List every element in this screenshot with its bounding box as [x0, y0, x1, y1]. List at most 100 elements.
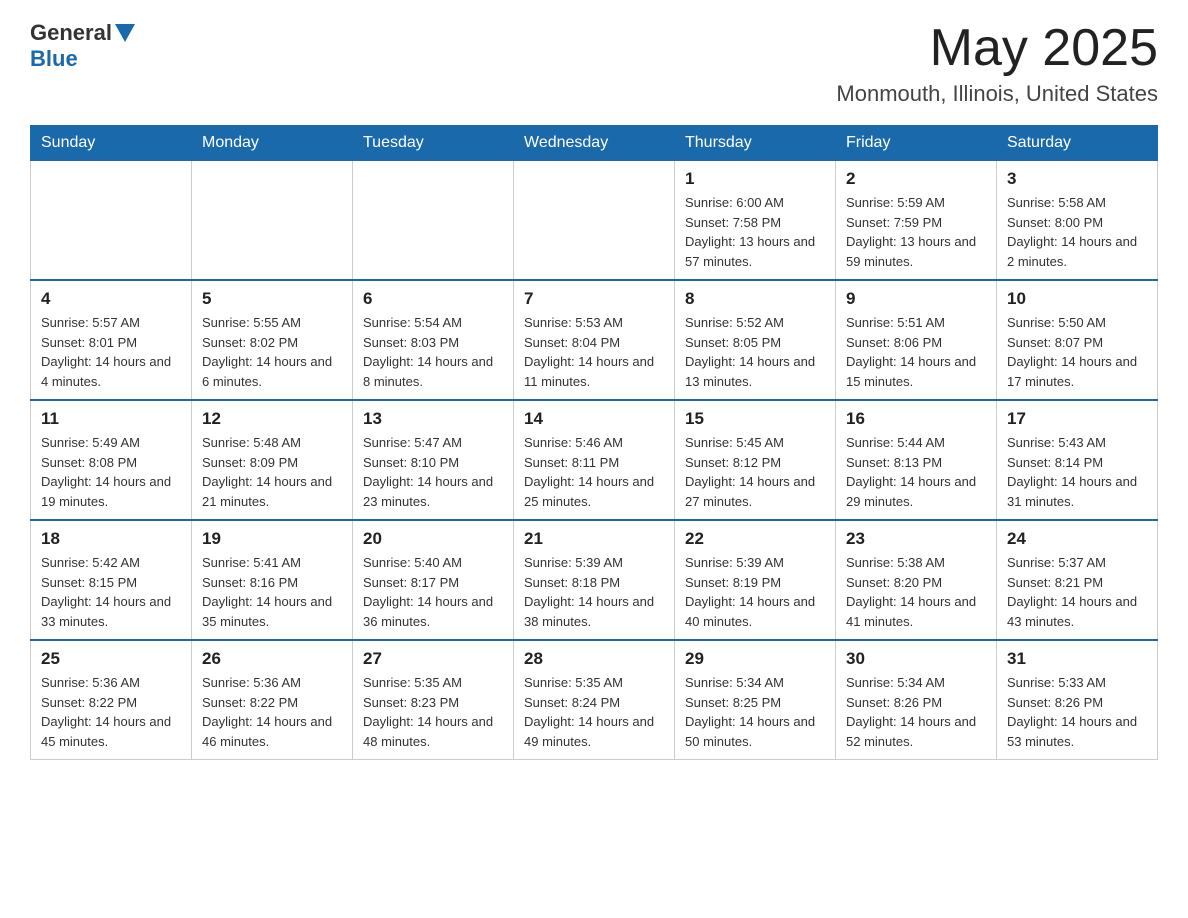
day-number: 22 [685, 529, 825, 549]
table-row: 10Sunrise: 5:50 AMSunset: 8:07 PMDayligh… [997, 280, 1158, 400]
day-info: Sunrise: 5:49 AMSunset: 8:08 PMDaylight:… [41, 433, 181, 511]
calendar-week-row: 1 Sunrise: 6:00 AMSunset: 7:58 PMDaylight… [31, 161, 1158, 281]
calendar-subtitle: Monmouth, Illinois, United States [836, 81, 1158, 107]
table-row [192, 161, 353, 281]
col-saturday: Saturday [997, 126, 1158, 161]
table-row: 26 Sunrise: 5:36 AMSunset: 8:22 PMDayligh… [192, 640, 353, 760]
table-row: 22Sunrise: 5:39 AMSunset: 8:19 PMDayligh… [675, 520, 836, 640]
col-monday: Monday [192, 126, 353, 161]
table-row: 21 Sunrise: 5:39 AMSunset: 8:18 PMDayligh… [514, 520, 675, 640]
table-row: 7Sunrise: 5:53 AMSunset: 8:04 PMDaylight… [514, 280, 675, 400]
table-row: 24Sunrise: 5:37 AMSunset: 8:21 PMDayligh… [997, 520, 1158, 640]
day-number: 29 [685, 649, 825, 669]
day-number: 1 [685, 169, 825, 189]
table-row: 25Sunrise: 5:36 AMSunset: 8:22 PMDayligh… [31, 640, 192, 760]
table-row: 9 Sunrise: 5:51 AMSunset: 8:06 PMDaylight… [836, 280, 997, 400]
day-info: Sunrise: 5:57 AMSunset: 8:01 PMDaylight:… [41, 313, 181, 391]
title-block: May 2025 Monmouth, Illinois, United Stat… [836, 20, 1158, 107]
day-info: Sunrise: 5:36 AMSunset: 8:22 PMDaylight:… [202, 673, 342, 751]
table-row: 5Sunrise: 5:55 AMSunset: 8:02 PMDaylight… [192, 280, 353, 400]
day-info: Sunrise: 5:41 AMSunset: 8:16 PMDaylight:… [202, 553, 342, 631]
table-row [514, 161, 675, 281]
day-number: 15 [685, 409, 825, 429]
col-tuesday: Tuesday [353, 126, 514, 161]
logo-blue-text: Blue [30, 46, 78, 72]
day-number: 21 [524, 529, 664, 549]
table-row: 13Sunrise: 5:47 AMSunset: 8:10 PMDayligh… [353, 400, 514, 520]
day-number: 3 [1007, 169, 1147, 189]
day-number: 10 [1007, 289, 1147, 309]
day-info: Sunrise: 5:52 AMSunset: 8:05 PMDaylight:… [685, 313, 825, 391]
day-number: 18 [41, 529, 181, 549]
day-info: Sunrise: 5:37 AMSunset: 8:21 PMDaylight:… [1007, 553, 1147, 631]
day-info: Sunrise: 5:59 AMSunset: 7:59 PMDaylight:… [846, 193, 986, 271]
day-number: 20 [363, 529, 503, 549]
day-number: 11 [41, 409, 181, 429]
day-info: Sunrise: 5:53 AMSunset: 8:04 PMDaylight:… [524, 313, 664, 391]
table-row: 20Sunrise: 5:40 AMSunset: 8:17 PMDayligh… [353, 520, 514, 640]
table-row [31, 161, 192, 281]
day-info: Sunrise: 5:44 AMSunset: 8:13 PMDaylight:… [846, 433, 986, 511]
logo: General Blue [30, 20, 138, 72]
col-sunday: Sunday [31, 126, 192, 161]
day-number: 26 [202, 649, 342, 669]
day-info: Sunrise: 5:46 AMSunset: 8:11 PMDaylight:… [524, 433, 664, 511]
calendar-title: May 2025 [836, 20, 1158, 77]
calendar-week-row: 4 Sunrise: 5:57 AMSunset: 8:01 PMDaylight… [31, 280, 1158, 400]
day-info: Sunrise: 5:47 AMSunset: 8:10 PMDaylight:… [363, 433, 503, 511]
table-row: 28 Sunrise: 5:35 AMSunset: 8:24 PMDayligh… [514, 640, 675, 760]
logo-triangle-icon [115, 24, 135, 42]
day-info: Sunrise: 5:35 AMSunset: 8:24 PMDaylight:… [524, 673, 664, 751]
day-number: 12 [202, 409, 342, 429]
table-row: 4 Sunrise: 5:57 AMSunset: 8:01 PMDaylight… [31, 280, 192, 400]
table-row [353, 161, 514, 281]
table-row: 12 Sunrise: 5:48 AMSunset: 8:09 PMDayligh… [192, 400, 353, 520]
day-info: Sunrise: 5:48 AMSunset: 8:09 PMDaylight:… [202, 433, 342, 511]
table-row: 11 Sunrise: 5:49 AMSunset: 8:08 PMDayligh… [31, 400, 192, 520]
day-number: 23 [846, 529, 986, 549]
logo-general-text: General [30, 20, 112, 46]
table-row: 6 Sunrise: 5:54 AMSunset: 8:03 PMDaylight… [353, 280, 514, 400]
day-number: 9 [846, 289, 986, 309]
day-info: Sunrise: 5:39 AMSunset: 8:18 PMDaylight:… [524, 553, 664, 631]
calendar-week-row: 18 Sunrise: 5:42 AMSunset: 8:15 PMDayligh… [31, 520, 1158, 640]
day-info: Sunrise: 5:42 AMSunset: 8:15 PMDaylight:… [41, 553, 181, 631]
day-info: Sunrise: 5:43 AMSunset: 8:14 PMDaylight:… [1007, 433, 1147, 511]
table-row: 29Sunrise: 5:34 AMSunset: 8:25 PMDayligh… [675, 640, 836, 760]
day-number: 6 [363, 289, 503, 309]
table-row: 18 Sunrise: 5:42 AMSunset: 8:15 PMDayligh… [31, 520, 192, 640]
calendar-header-row: Sunday Monday Tuesday Wednesday Thursday… [31, 126, 1158, 161]
col-wednesday: Wednesday [514, 126, 675, 161]
calendar-table: Sunday Monday Tuesday Wednesday Thursday… [30, 125, 1158, 760]
day-number: 17 [1007, 409, 1147, 429]
day-number: 28 [524, 649, 664, 669]
table-row: 31 Sunrise: 5:33 AMSunset: 8:26 PMDayligh… [997, 640, 1158, 760]
day-info: Sunrise: 5:35 AMSunset: 8:23 PMDaylight:… [363, 673, 503, 751]
day-number: 31 [1007, 649, 1147, 669]
calendar-week-row: 11 Sunrise: 5:49 AMSunset: 8:08 PMDayligh… [31, 400, 1158, 520]
table-row: 2 Sunrise: 5:59 AMSunset: 7:59 PMDaylight… [836, 161, 997, 281]
page-header: General Blue May 2025 Monmouth, Illinois… [30, 20, 1158, 107]
day-number: 5 [202, 289, 342, 309]
day-number: 16 [846, 409, 986, 429]
day-info: Sunrise: 5:58 AMSunset: 8:00 PMDaylight:… [1007, 193, 1147, 271]
day-info: Sunrise: 5:51 AMSunset: 8:06 PMDaylight:… [846, 313, 986, 391]
calendar-week-row: 25 Sunrise: 5:36 AMSunset: 8:22 PMDayligh… [31, 640, 1158, 760]
day-info: Sunrise: 6:00 AMSunset: 7:58 PMDaylight:… [685, 193, 825, 271]
col-friday: Friday [836, 126, 997, 161]
table-row: 27Sunrise: 5:35 AMSunset: 8:23 PMDayligh… [353, 640, 514, 760]
day-info: Sunrise: 5:38 AMSunset: 8:20 PMDaylight:… [846, 553, 986, 631]
day-number: 14 [524, 409, 664, 429]
day-number: 8 [685, 289, 825, 309]
day-number: 25 [41, 649, 181, 669]
day-number: 4 [41, 289, 181, 309]
table-row: 17 Sunrise: 5:43 AMSunset: 8:14 PMDayligh… [997, 400, 1158, 520]
table-row: 16 Sunrise: 5:44 AMSunset: 8:13 PMDayligh… [836, 400, 997, 520]
day-number: 2 [846, 169, 986, 189]
table-row: 30Sunrise: 5:34 AMSunset: 8:26 PMDayligh… [836, 640, 997, 760]
day-info: Sunrise: 5:54 AMSunset: 8:03 PMDaylight:… [363, 313, 503, 391]
table-row: 1 Sunrise: 6:00 AMSunset: 7:58 PMDaylight… [675, 161, 836, 281]
table-row: 15Sunrise: 5:45 AMSunset: 8:12 PMDayligh… [675, 400, 836, 520]
day-info: Sunrise: 5:33 AMSunset: 8:26 PMDaylight:… [1007, 673, 1147, 751]
day-info: Sunrise: 5:34 AMSunset: 8:26 PMDaylight:… [846, 673, 986, 751]
